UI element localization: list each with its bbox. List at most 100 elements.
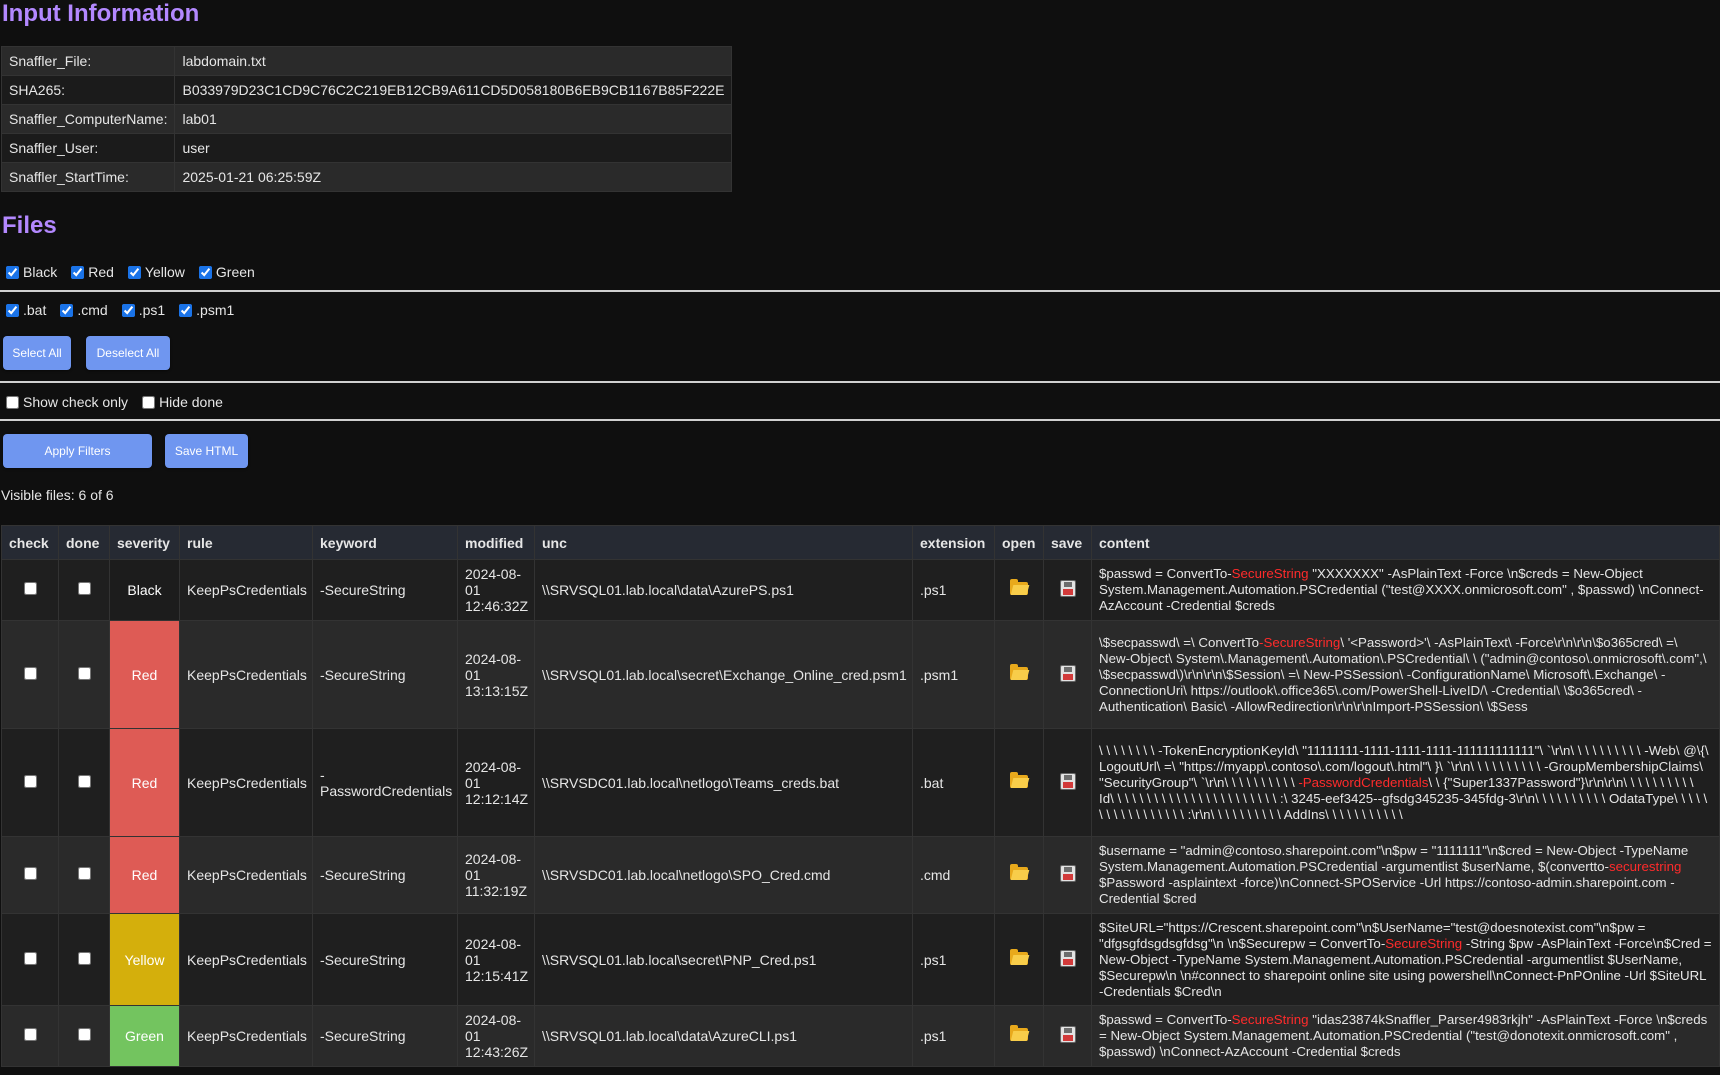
table-row: Red KeepPsCredentials -PasswordCredentials… <box>1 728 1720 837</box>
keyword-cell: -PasswordCredentials <box>312 728 458 837</box>
checkbox[interactable] <box>142 395 156 409</box>
checkbox[interactable] <box>71 265 85 279</box>
content-text: \$secpasswd\ =\ ConvertTo <box>1099 634 1260 650</box>
severity-cell: Black <box>109 559 180 621</box>
floppy-disk-icon[interactable] <box>1059 1026 1076 1043</box>
hide-done-toggle[interactable]: Hide done <box>140 394 223 410</box>
checkbox[interactable] <box>6 395 19 409</box>
save-cell <box>1043 1005 1092 1067</box>
table-row: Red KeepPsCredentials -SecureString 2024-08… <box>1 836 1720 914</box>
info-row: SHA265: B033979D23C1CD9C76C2C219EB12CB9A… <box>0 75 733 105</box>
checkbox[interactable] <box>6 265 19 279</box>
column-header-done[interactable]: done <box>58 525 110 560</box>
info-key: Snaffler_User: <box>0 133 176 163</box>
open-cell <box>994 836 1044 914</box>
column-header-modified[interactable]: modified <box>457 525 535 560</box>
folder-icon[interactable] <box>1010 1025 1028 1041</box>
check-checkbox[interactable] <box>23 867 37 880</box>
done-checkbox[interactable] <box>77 867 91 880</box>
column-header-keyword[interactable]: keyword <box>312 525 458 560</box>
filter-ext-cmd[interactable]: .cmd <box>58 302 108 318</box>
column-header-content[interactable]: content <box>1091 525 1720 560</box>
filter-ext-ps1[interactable]: .ps1 <box>120 302 165 318</box>
filter-severity-yellow[interactable]: Yellow <box>126 264 185 280</box>
info-key: Snaffler_ComputerName: <box>0 104 176 134</box>
rule-cell: KeepPsCredentials <box>179 620 313 729</box>
keyword-cell: -SecureString <box>312 620 458 729</box>
severity-filter-group: Black Red Yellow Green <box>4 264 267 280</box>
checkbox[interactable] <box>179 303 193 317</box>
deselect-all-button[interactable]: Deselect All <box>86 336 170 370</box>
checkbox[interactable] <box>127 265 141 279</box>
info-key: SHA265: <box>0 75 176 105</box>
info-value: lab01 <box>174 104 733 134</box>
checkbox[interactable] <box>6 303 19 317</box>
folder-icon[interactable] <box>1010 663 1028 680</box>
info-row: Snaffler_ComputerName: lab01 <box>0 104 733 134</box>
checkbox[interactable] <box>60 303 74 317</box>
floppy-disk-icon[interactable] <box>1059 865 1076 882</box>
check-checkbox[interactable] <box>23 666 37 680</box>
content-highlight: -PasswordCredentials <box>1298 774 1429 790</box>
done-checkbox[interactable] <box>77 582 91 595</box>
extension-cell: .ps1 <box>912 913 995 1006</box>
check-checkbox[interactable] <box>23 774 37 788</box>
select-all-button[interactable]: Select All <box>3 336 71 370</box>
floppy-disk-icon[interactable] <box>1059 580 1076 597</box>
visible-files-count: Visible files: 6 of 6 <box>1 487 114 503</box>
folder-icon[interactable] <box>1010 864 1028 880</box>
content-cell: $SiteURL="https://Crescent.sharepoint.co… <box>1091 913 1720 1006</box>
filter-severity-black[interactable]: Black <box>4 264 57 280</box>
content-cell: $passwd = ConvertTo-SecureString "idas23… <box>1091 1005 1720 1067</box>
floppy-disk-icon[interactable] <box>1059 949 1076 967</box>
filter-ext-psm1[interactable]: .psm1 <box>177 302 234 318</box>
column-header-save[interactable]: save <box>1043 525 1092 560</box>
severity-cell: Yellow <box>109 913 180 1006</box>
column-header-check[interactable]: check <box>1 525 59 560</box>
column-header-rule[interactable]: rule <box>179 525 313 560</box>
floppy-disk-icon[interactable] <box>1059 664 1076 682</box>
open-cell <box>994 728 1044 837</box>
show-check-only-toggle[interactable]: Show check only <box>4 394 128 410</box>
done-cell <box>58 836 110 914</box>
divider <box>0 290 1720 292</box>
content-cell: $username = "admin@contoso.sharepoint.co… <box>1091 836 1720 914</box>
column-header-extension[interactable]: extension <box>912 525 995 560</box>
info-value: B033979D23C1CD9C76C2C219EB12CB9A611CD5D0… <box>174 75 733 105</box>
save-html-button[interactable]: Save HTML <box>165 434 248 468</box>
modified-cell: 2024-08-01 12:12:14Z <box>457 728 535 837</box>
check-checkbox[interactable] <box>23 1028 37 1041</box>
check-checkbox[interactable] <box>23 582 37 595</box>
filter-severity-red[interactable]: Red <box>69 264 114 280</box>
table-row: Red KeepPsCredentials -SecureString 2024-08… <box>1 620 1720 729</box>
filter-severity-green[interactable]: Green <box>197 264 255 280</box>
check-cell <box>1 1005 59 1067</box>
filter-ext-bat[interactable]: .bat <box>4 302 46 318</box>
done-cell <box>58 728 110 837</box>
extension-cell: .bat <box>912 728 995 837</box>
done-checkbox[interactable] <box>77 774 91 788</box>
folder-icon[interactable] <box>1010 771 1028 788</box>
column-header-severity[interactable]: severity <box>109 525 180 560</box>
checkbox[interactable] <box>121 303 135 317</box>
folder-icon[interactable] <box>1010 948 1028 965</box>
extension-cell: .cmd <box>912 836 995 914</box>
apply-filters-button[interactable]: Apply Filters <box>3 434 152 468</box>
extension-cell: .ps1 <box>912 1005 995 1067</box>
input-information-table: Snaffler_File: labdomain.txt SHA265: B03… <box>0 46 733 192</box>
done-checkbox[interactable] <box>77 951 91 965</box>
check-checkbox[interactable] <box>23 951 37 965</box>
check-cell <box>1 913 59 1006</box>
content-highlight: -SecureString <box>1259 634 1341 650</box>
column-header-open[interactable]: open <box>994 525 1044 560</box>
save-cell <box>1043 913 1092 1006</box>
done-checkbox[interactable] <box>77 1028 91 1041</box>
done-checkbox[interactable] <box>77 666 91 680</box>
rule-cell: KeepPsCredentials <box>179 836 313 914</box>
keyword-cell: -SecureString <box>312 1005 458 1067</box>
open-cell <box>994 559 1044 621</box>
checkbox[interactable] <box>198 265 212 279</box>
column-header-unc[interactable]: unc <box>534 525 913 560</box>
folder-icon[interactable] <box>1010 579 1028 595</box>
floppy-disk-icon[interactable] <box>1059 772 1076 790</box>
